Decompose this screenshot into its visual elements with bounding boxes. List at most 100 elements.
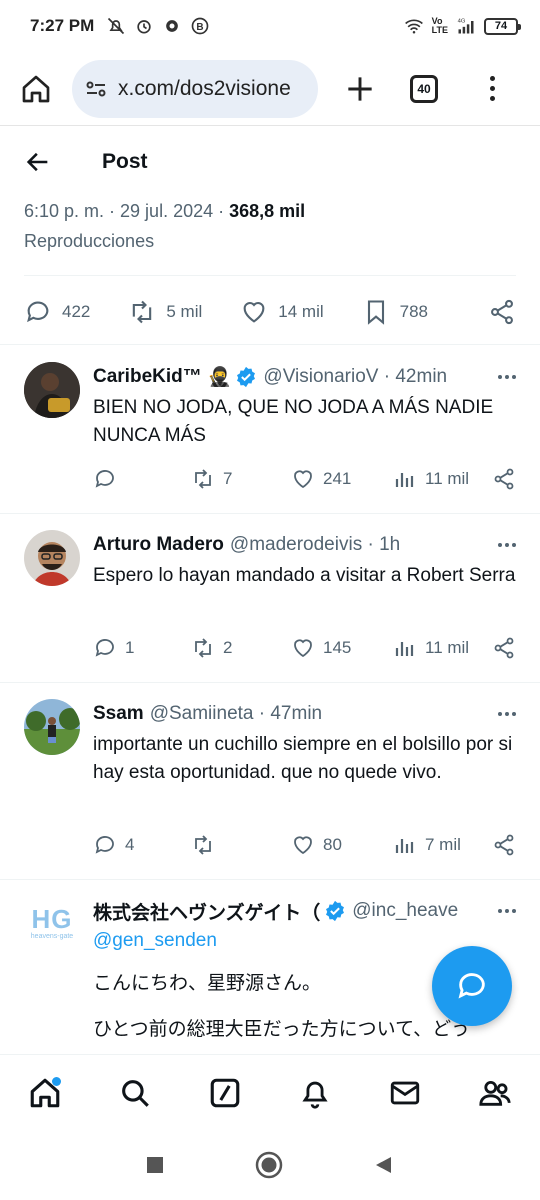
share-icon xyxy=(494,468,514,490)
gear-icon xyxy=(166,20,179,32)
alarm-icon xyxy=(137,20,151,34)
recents-icon[interactable] xyxy=(145,1155,165,1175)
new-tab-button[interactable] xyxy=(340,69,380,109)
svg-text:B: B xyxy=(197,22,204,33)
reply-button[interactable]: 4 xyxy=(93,833,191,857)
back-triangle-icon[interactable] xyxy=(373,1154,395,1176)
plus-icon xyxy=(348,76,372,101)
tab-switcher-button[interactable]: 40 xyxy=(410,74,438,103)
analytics-icon xyxy=(395,839,414,853)
reply-item[interactable]: CaribeKid™ 🥷 @VisionarioV · 42min BIEN N… xyxy=(0,345,540,513)
b-badge-icon: B xyxy=(191,17,209,35)
heart-icon xyxy=(294,639,312,658)
reply-button[interactable]: 422 xyxy=(24,298,90,326)
reply-item[interactable]: Ssam @Samiineta · 47min importante un cu… xyxy=(0,683,540,879)
share-button[interactable] xyxy=(492,833,516,857)
more-options-button[interactable] xyxy=(490,543,516,547)
views-button[interactable]: 11 mil xyxy=(393,636,489,660)
home-circle-icon[interactable] xyxy=(255,1151,283,1179)
heart-icon xyxy=(294,836,312,855)
nav-home[interactable] xyxy=(21,1069,69,1117)
views-button[interactable]: 7 mil xyxy=(393,833,489,857)
avatar-logo-sub: heavens-gate xyxy=(30,932,74,940)
like-button[interactable]: 14 mil xyxy=(240,298,324,326)
reply-item[interactable]: Arturo Madero @maderodeivis · 1h Espero … xyxy=(0,514,540,682)
share-button[interactable] xyxy=(488,298,516,326)
more-options-button[interactable] xyxy=(490,712,516,716)
more-options-button[interactable] xyxy=(490,909,516,913)
grok-icon xyxy=(210,1078,240,1107)
browser-menu-button[interactable] xyxy=(482,69,502,109)
heart-icon xyxy=(294,470,312,489)
battery-indicator: 74 xyxy=(484,17,521,35)
views-count: 368,8 mil xyxy=(229,201,306,221)
author-name[interactable]: 株式会社ヘヴンズゲイト（ xyxy=(93,898,320,924)
repost-button[interactable] xyxy=(191,833,291,857)
nav-search[interactable] xyxy=(111,1069,159,1117)
author-handle[interactable]: @Samiineta · 47min xyxy=(150,703,322,725)
author-handle[interactable]: @inc_heave xyxy=(352,900,458,922)
bookmark-count: 788 xyxy=(399,302,429,321)
avatar-logo-text: HG xyxy=(31,903,73,934)
analytics-icon xyxy=(395,642,414,656)
repost-icon xyxy=(133,300,152,324)
like-button[interactable]: 80 xyxy=(291,833,393,857)
analytics-icon xyxy=(395,473,414,487)
author-handle[interactable]: @maderodeivis · 1h xyxy=(230,534,400,556)
mention-link[interactable]: @gen_senden xyxy=(93,930,516,952)
reply-button[interactable] xyxy=(93,467,191,491)
reply-icon xyxy=(95,470,114,488)
reply-action-bar: 7 241 11 mil xyxy=(93,467,516,491)
avatar[interactable] xyxy=(24,362,80,418)
like-button[interactable]: 145 xyxy=(291,636,393,660)
reply-icon xyxy=(95,836,114,854)
avatar[interactable]: HG heavens-gate xyxy=(24,894,80,950)
search-icon xyxy=(122,1079,149,1107)
author-name[interactable]: CaribeKid™ xyxy=(93,366,202,388)
repost-button[interactable]: 7 xyxy=(191,467,291,491)
svg-text:4G: 4G xyxy=(458,19,466,25)
reply-count: 422 xyxy=(62,302,91,321)
share-icon xyxy=(494,834,514,856)
system-navigation xyxy=(0,1130,540,1200)
post-header: Post xyxy=(0,127,540,197)
reply-text: Espero lo hayan mandado a visitar a Robe… xyxy=(93,565,516,586)
reply-action-bar: 1 2 145 11 mil xyxy=(93,636,516,660)
share-icon xyxy=(491,299,513,325)
share-button[interactable] xyxy=(492,636,516,660)
chat-bubble-icon xyxy=(458,973,485,999)
verified-badge-icon xyxy=(326,900,345,922)
nav-communities[interactable] xyxy=(471,1069,519,1117)
volte-label: Vo LTE xyxy=(431,16,448,35)
repost-icon xyxy=(195,638,211,658)
site-settings-icon[interactable] xyxy=(84,77,108,101)
more-options-button[interactable] xyxy=(490,375,516,379)
views-button[interactable]: 11 mil xyxy=(393,467,489,491)
author-name[interactable]: Arturo Madero xyxy=(93,534,224,556)
reply-button[interactable]: 1 xyxy=(93,636,191,660)
nav-grok[interactable] xyxy=(201,1069,249,1117)
home-icon xyxy=(22,75,50,102)
nav-messages[interactable] xyxy=(381,1069,429,1117)
avatar[interactable] xyxy=(24,699,80,755)
home-button[interactable] xyxy=(16,69,56,109)
like-button[interactable]: 241 xyxy=(291,467,393,491)
reply-text: BIEN NO JODA, QUE NO JODA A MÁS NADIE NU… xyxy=(93,397,494,446)
compose-reply-button[interactable] xyxy=(432,946,512,1026)
reply-icon xyxy=(95,639,114,657)
reply-icon xyxy=(27,301,49,323)
author-handle[interactable]: @VisionarioV · 42min xyxy=(263,366,447,388)
back-arrow-icon[interactable] xyxy=(24,148,52,176)
bookmark-button[interactable]: 788 xyxy=(362,298,428,326)
nav-notifications[interactable] xyxy=(291,1069,339,1117)
bottom-navigation xyxy=(0,1054,540,1130)
author-name[interactable]: Ssam xyxy=(93,703,144,725)
repost-button[interactable]: 2 xyxy=(191,636,291,660)
share-button[interactable] xyxy=(492,467,516,491)
signal-icon: 4G xyxy=(458,19,474,34)
repost-button[interactable]: 5 mil xyxy=(128,298,202,326)
bookmark-icon xyxy=(367,300,384,325)
avatar[interactable] xyxy=(24,530,80,586)
address-bar[interactable]: x.com/dos2visione xyxy=(72,59,318,118)
bell-off-icon xyxy=(108,17,125,35)
